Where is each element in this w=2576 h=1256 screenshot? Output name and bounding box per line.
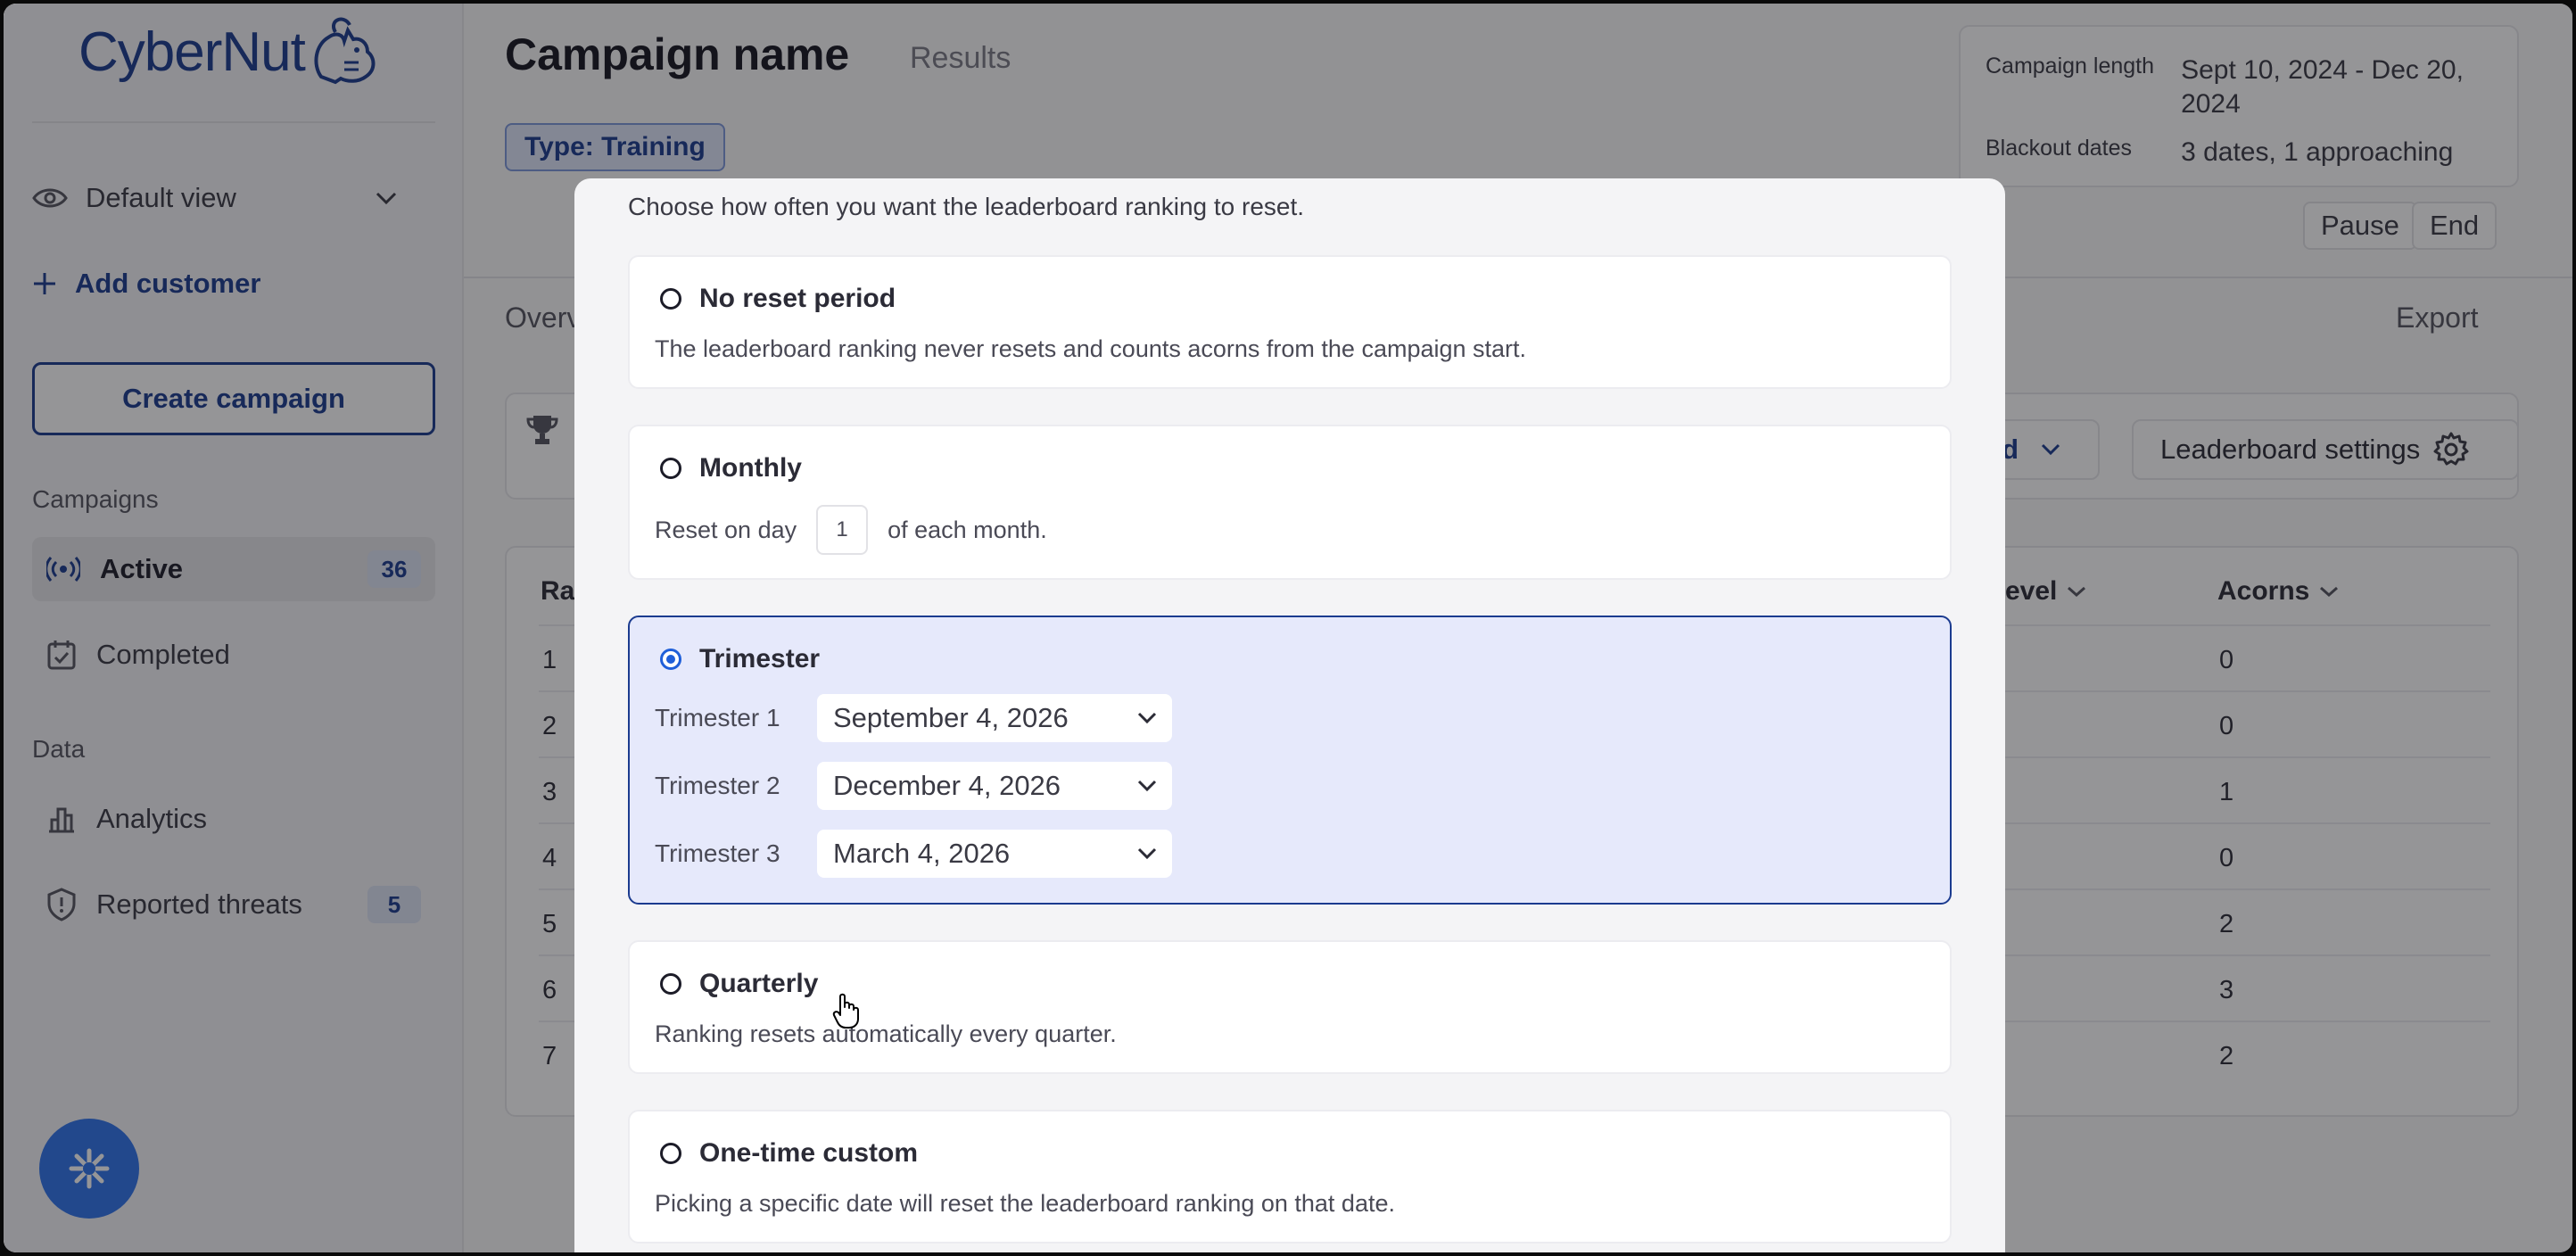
modal-description: Choose how often you want the leaderboar… <box>628 193 1305 220</box>
trimester-date-value: September 4, 2026 <box>833 702 1069 733</box>
option-quarterly[interactable]: Quarterly Ranking resets automatically e… <box>628 940 1952 1074</box>
trimester-date-value: December 4, 2026 <box>833 770 1061 801</box>
option-description: Ranking resets automatically every quart… <box>655 1020 1117 1047</box>
option-trimester[interactable]: Trimester Trimester 1 September 4, 2026 … <box>628 616 1952 905</box>
monthly-prefix: Reset on day <box>655 516 797 543</box>
option-title: One-time custom <box>699 1138 919 1168</box>
option-title: No reset period <box>699 284 896 313</box>
trimester-label: Trimester 3 <box>655 839 780 867</box>
trimester-3-date-select[interactable]: March 4, 2026 <box>817 830 1172 878</box>
app-window: CyberNut Default view Add customer Creat… <box>4 4 2572 1252</box>
radio-no-reset[interactable] <box>660 288 681 310</box>
trimester-1-date-select[interactable]: September 4, 2026 <box>817 694 1172 742</box>
hand-cursor-icon <box>832 993 859 1029</box>
option-no-reset[interactable]: No reset period The leaderboard ranking … <box>628 255 1952 389</box>
chevron-down-icon <box>1137 780 1157 792</box>
radio-trimester[interactable] <box>660 649 681 670</box>
option-title: Quarterly <box>699 969 819 998</box>
option-monthly[interactable]: Monthly Reset on day 1 of each month. <box>628 425 1952 580</box>
option-description: The leaderboard ranking never resets and… <box>655 335 1527 362</box>
chevron-down-icon <box>1137 712 1157 724</box>
day-input[interactable]: 1 <box>816 505 869 555</box>
trimester-date-value: March 4, 2026 <box>833 838 1011 869</box>
trimester-label: Trimester 1 <box>655 704 780 731</box>
trimester-row: Trimester 1 September 4, 2026 <box>655 694 1172 742</box>
reset-period-modal: Choose how often you want the leaderboar… <box>574 178 2005 1252</box>
chevron-down-icon <box>1137 847 1157 860</box>
trimester-row: Trimester 3 March 4, 2026 <box>655 830 1172 878</box>
option-title: Monthly <box>699 453 802 483</box>
option-one-time-custom[interactable]: One-time custom Picking a specific date … <box>628 1110 1952 1244</box>
radio-one-time-custom[interactable] <box>660 1143 681 1164</box>
option-description: Picking a specific date will reset the l… <box>655 1190 1395 1217</box>
trimester-row: Trimester 2 December 4, 2026 <box>655 762 1172 810</box>
trimester-2-date-select[interactable]: December 4, 2026 <box>817 762 1172 810</box>
option-title: Trimester <box>699 644 821 673</box>
radio-quarterly[interactable] <box>660 973 681 995</box>
trimester-label: Trimester 2 <box>655 772 780 799</box>
radio-monthly[interactable] <box>660 458 681 479</box>
monthly-suffix: of each month. <box>888 516 1047 543</box>
